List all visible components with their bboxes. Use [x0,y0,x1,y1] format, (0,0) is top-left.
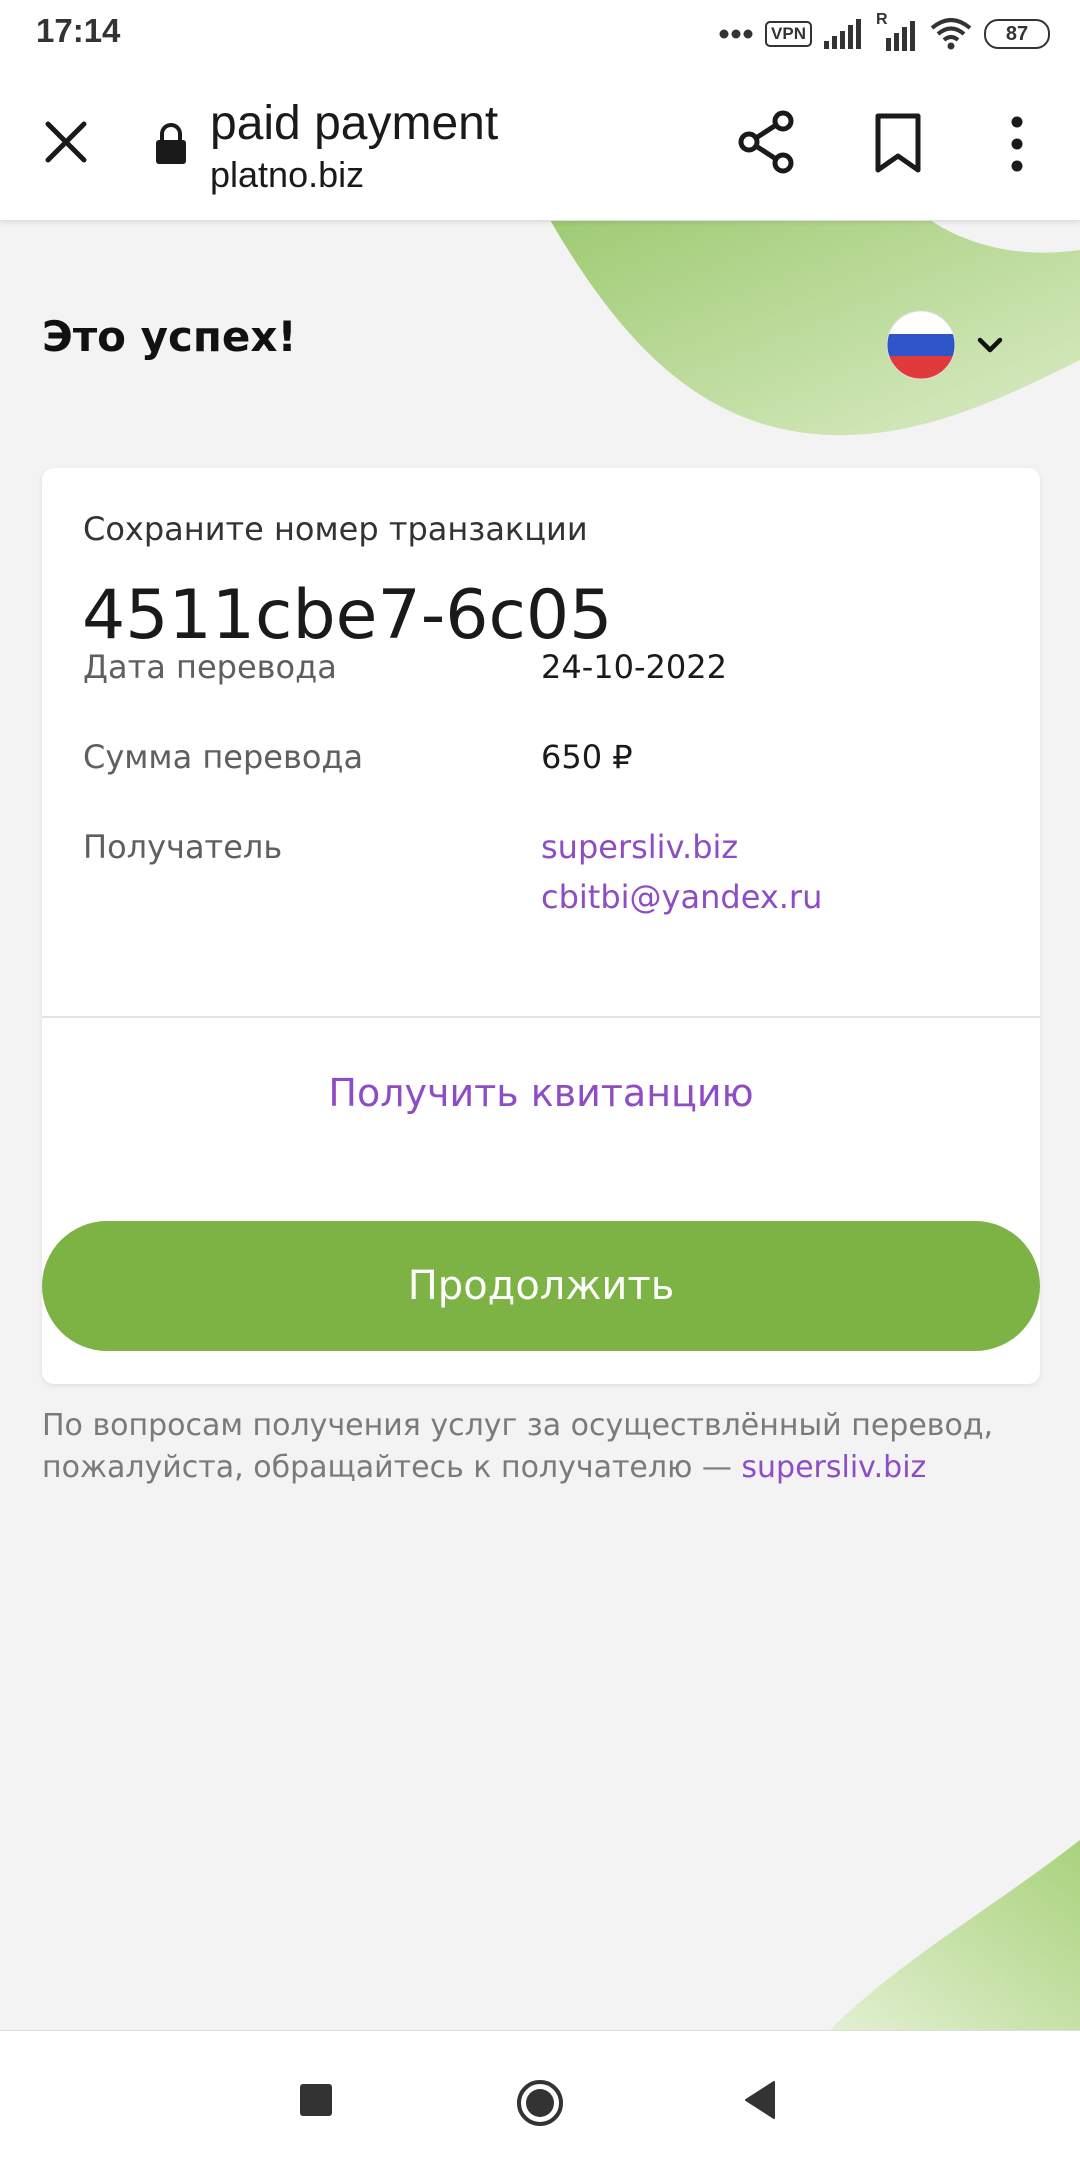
back-icon[interactable] [742,2079,778,2121]
date-label: Дата перевода [83,648,337,686]
get-receipt-button[interactable]: Получить квитанцию [42,1018,1040,1168]
russia-flag-icon [886,310,956,380]
page-title-bar: paid payment [210,97,499,150]
status-time: 17:14 [36,12,121,49]
recipient-email-link[interactable]: cbitbi@yandex.ru [541,878,822,916]
chevron-down-icon [977,337,1003,353]
home-icon[interactable] [516,2079,564,2127]
signal-icon [824,19,861,49]
footer-recipient-link[interactable]: supersliv.biz [741,1450,926,1485]
url-text[interactable]: platno.biz [210,154,364,196]
browser-toolbar: paid payment platno.biz [0,66,1080,221]
status-bar: 17:14 VPN R 87 [0,0,1080,66]
footer-note: По вопросам получения услуг за осуществл… [42,1405,1040,1489]
more-notifications-icon [719,29,753,39]
amount-label: Сумма перевода [83,738,364,776]
status-icons: VPN R 87 [719,11,1050,54]
close-icon[interactable] [40,116,92,168]
signal-roaming-icon [886,21,915,51]
system-nav-bar [0,2030,1080,2161]
recents-button[interactable] [300,2084,332,2116]
roaming-signal: R [876,11,918,51]
date-value: 24-10-2022 [541,648,727,686]
continue-button[interactable]: Продолжить [42,1221,1040,1351]
recipient-label: Получатель [83,828,283,866]
vpn-badge: VPN [765,21,812,47]
language-selector[interactable] [886,310,1016,380]
save-transaction-label: Сохраните номер транзакции [83,510,588,548]
share-icon[interactable] [738,110,796,174]
success-title: Это успех! [42,312,297,361]
more-vert-icon[interactable] [1000,114,1034,174]
payment-page: Это успех! Сохраните номер транзакции 45… [0,220,1080,2030]
wifi-icon [930,18,972,50]
battery-indicator: 87 [984,19,1050,49]
transaction-number: 4511cbe7-6c05 [82,576,613,655]
bookmark-icon[interactable] [872,112,924,174]
recipient-site-link[interactable]: supersliv.biz [541,828,738,866]
lock-icon [156,123,186,164]
amount-value: 650 ₽ [541,738,633,776]
